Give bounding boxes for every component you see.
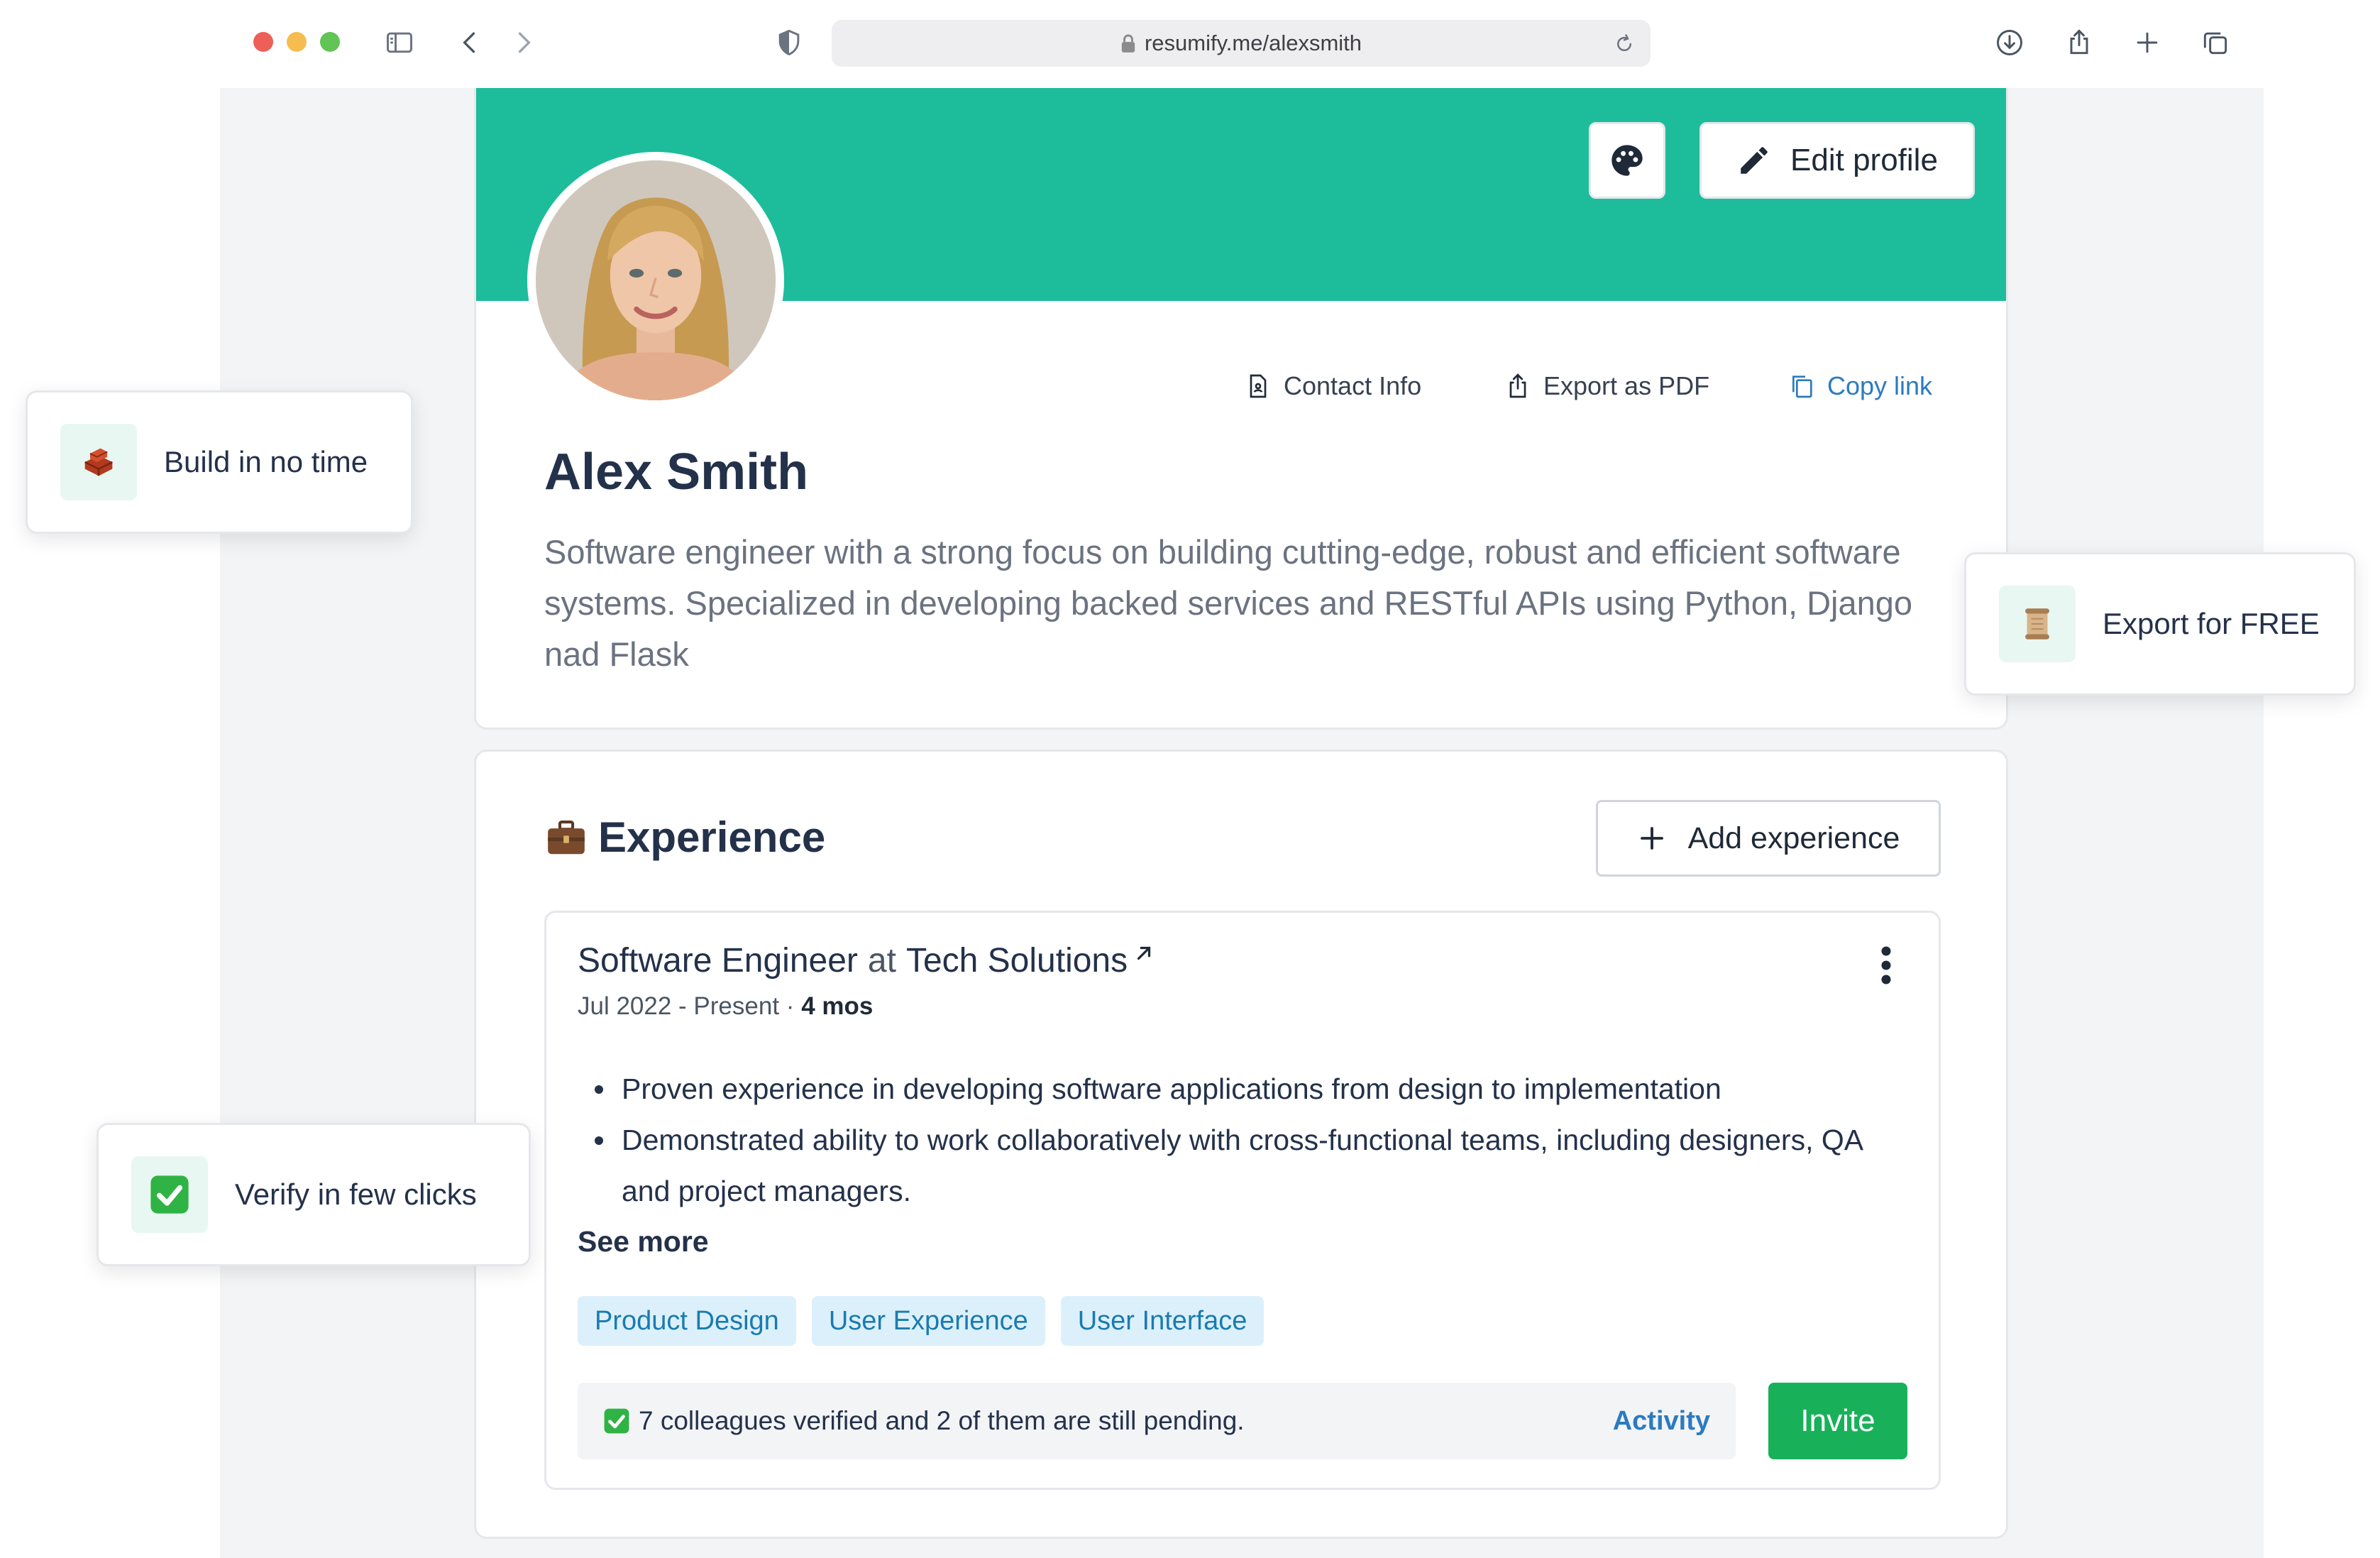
minimize-window-button[interactable] [287, 32, 307, 52]
scroll-icon [2025, 608, 2049, 640]
callout-build-text: Build in no time [164, 445, 368, 478]
experience-item: Software Engineer at Tech Solutions Jul … [544, 911, 1941, 1490]
plus-icon [1640, 827, 1663, 850]
forward-icon[interactable] [507, 26, 541, 60]
browser-chrome: resumify.me/alexsmith [0, 0, 2380, 88]
profile-card: Edit profile Contact Info Export as PDF [474, 88, 2008, 730]
maximize-window-button[interactable] [320, 32, 340, 52]
share-icon[interactable] [2062, 26, 2096, 60]
export-pdf-link[interactable]: Export as PDF [1504, 351, 1709, 422]
address-bar[interactable]: resumify.me/alexsmith [832, 20, 1651, 67]
contact-info-link[interactable]: Contact Info [1244, 351, 1421, 422]
invite-button[interactable]: Invite [1768, 1383, 1907, 1459]
copy-icon [1792, 375, 1812, 398]
company-link[interactable]: Tech Solutions [906, 941, 1128, 980]
see-more-link[interactable]: See more [578, 1225, 709, 1258]
job-description: Proven experience in developing software… [578, 1063, 1912, 1217]
check-mark-icon [604, 1408, 629, 1434]
edit-profile-button[interactable]: Edit profile [1699, 122, 1975, 199]
skill-tag[interactable]: Product Design [578, 1296, 796, 1346]
job-role: Software Engineer [578, 942, 858, 980]
external-link-icon[interactable] [1133, 943, 1155, 964]
list-item: Demonstrated ability to work collaborati… [578, 1114, 1912, 1217]
close-window-button[interactable] [253, 32, 273, 52]
bricks-icon [84, 448, 113, 476]
callout-export: Export for FREE [1964, 552, 2356, 696]
sidebar-toggle-icon[interactable] [382, 26, 417, 60]
document-icon [1250, 374, 1267, 398]
verification-text: 7 colleagues verified and 2 of them are … [639, 1406, 1245, 1435]
export-icon [1509, 373, 1526, 398]
palette-icon [1612, 145, 1643, 176]
briefcase-icon [548, 820, 585, 854]
profile-name: Alex Smith [544, 444, 809, 500]
profile-photo [536, 160, 776, 400]
check-mark-icon [150, 1175, 189, 1214]
list-item: Proven experience in developing software… [578, 1063, 1912, 1114]
skill-tag[interactable]: User Interface [1060, 1296, 1265, 1346]
skill-tag[interactable]: User Experience [811, 1296, 1045, 1346]
callout-build: Build in no time [26, 390, 413, 534]
copy-link-button[interactable]: Copy link [1787, 351, 1932, 422]
experience-heading: Experience [544, 813, 825, 862]
callout-verify-text: Verify in few clicks [235, 1178, 477, 1211]
theme-button[interactable] [1589, 122, 1665, 199]
activity-link[interactable]: Activity [1613, 1406, 1710, 1437]
callout-export-text: Export for FREE [2103, 607, 2320, 640]
more-options-button[interactable] [1872, 944, 1900, 987]
new-tab-icon[interactable] [2130, 26, 2164, 60]
back-icon[interactable] [453, 26, 487, 60]
add-experience-button[interactable]: Add experience [1596, 800, 1941, 877]
experience-card: Experience Add experience Software Engin… [474, 750, 2008, 1539]
kebab-menu-icon [1881, 946, 1891, 984]
job-dates: Jul 2022 - Present · 4 mos [578, 992, 874, 1020]
job-title: Software Engineer at Tech Solutions [578, 941, 1155, 980]
pencil-icon [1741, 147, 1768, 174]
privacy-shield-icon[interactable] [772, 26, 806, 60]
url-text: resumify.me/alexsmith [1144, 31, 1362, 55]
edit-profile-label: Edit profile [1790, 143, 1938, 177]
profile-bio: Software engineer with a strong focus on… [544, 533, 1913, 673]
lock-icon [1121, 34, 1135, 53]
skill-tags: Product Design User Experience User Inte… [578, 1296, 1265, 1346]
avatar [527, 152, 784, 409]
callout-verify: Verify in few clicks [97, 1123, 531, 1266]
tabs-overview-icon[interactable] [2198, 26, 2232, 60]
verification-status: 7 colleagues verified and 2 of them are … [578, 1383, 1736, 1459]
download-icon[interactable] [1993, 26, 2027, 60]
reload-icon[interactable] [1614, 33, 1635, 55]
